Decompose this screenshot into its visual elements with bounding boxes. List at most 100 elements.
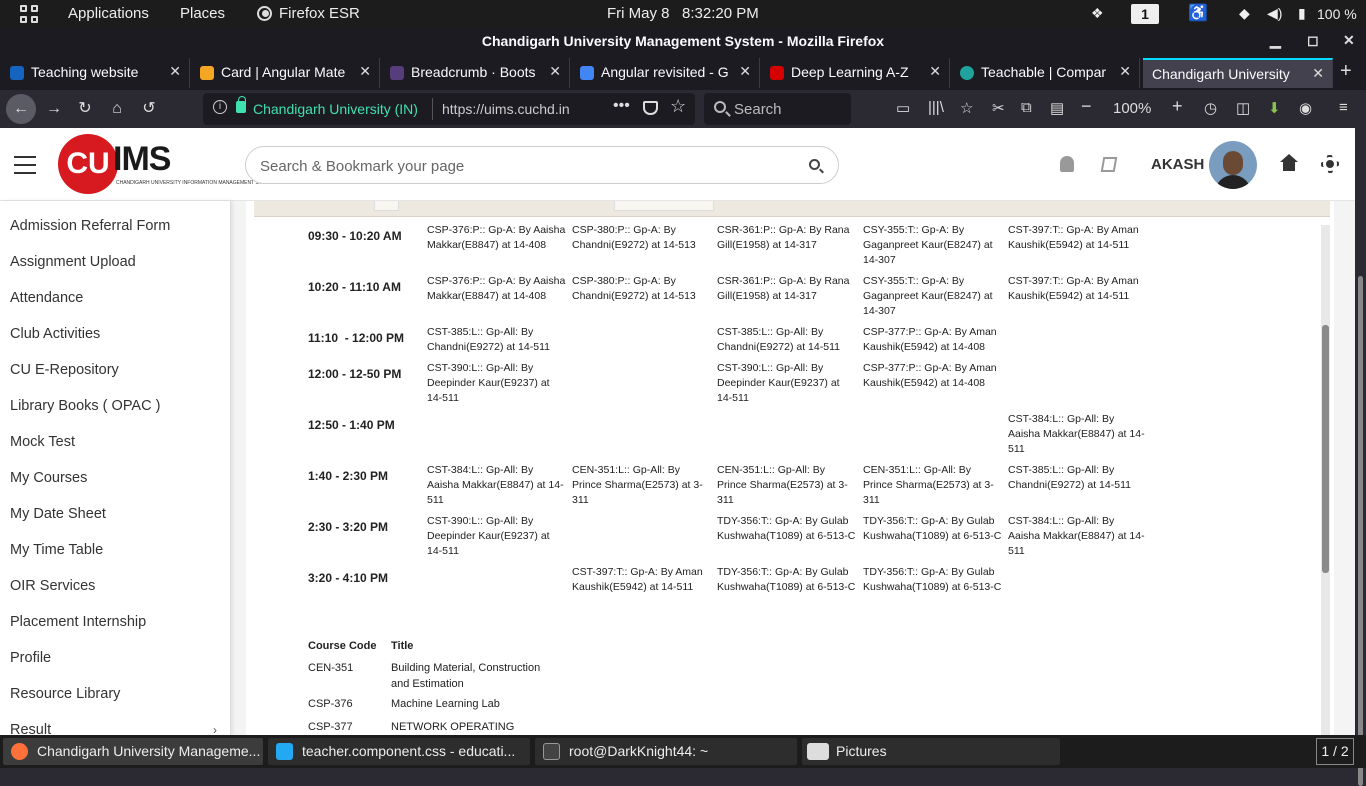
scrollbar-thumb[interactable] xyxy=(1358,276,1363,786)
scrollbar-thumb[interactable] xyxy=(1322,325,1329,573)
accessibility-icon[interactable]: ♿ xyxy=(1188,3,1208,23)
avatar[interactable] xyxy=(1209,141,1257,189)
sidebar-item-admission-referral-form[interactable]: Admission Referral Form xyxy=(10,218,170,242)
menu-icon[interactable]: ≡ xyxy=(1339,99,1348,116)
site-identity[interactable]: Chandigarh University (IN) xyxy=(253,101,418,117)
sidebar-item-attendance[interactable]: Attendance xyxy=(10,290,83,314)
activities-grid-icon[interactable] xyxy=(20,5,38,23)
download-arrow-icon[interactable]: ⬇ xyxy=(1268,99,1281,117)
cuims-logo[interactable]: CU IMS CHANDIGARH UNIVERSITY INFORMATION… xyxy=(58,134,276,194)
library-icon[interactable]: |||\ xyxy=(928,99,944,116)
tab-chandigarh-university[interactable]: Chandigarh University ✕ xyxy=(1143,58,1333,88)
sidebar-item-profile[interactable]: Profile xyxy=(10,650,51,674)
wifi-icon[interactable]: ◆ xyxy=(1239,5,1250,22)
sidebar-item-library-books[interactable]: Library Books ( OPAC ) xyxy=(10,398,160,422)
sidebar-item-my-time-table[interactable]: My Time Table xyxy=(10,542,103,566)
sidebar-item-cu-e-repository[interactable]: CU E-Repository xyxy=(10,362,119,386)
sidebar-item-placement-internship[interactable]: Placement Internship xyxy=(10,614,146,638)
page-scrollbar[interactable] xyxy=(1355,128,1366,786)
lock-icon[interactable] xyxy=(236,96,246,113)
clock-icon[interactable]: ◷ xyxy=(1204,99,1217,117)
taskbar-item-firefox[interactable]: Chandigarh University Manageme... xyxy=(3,738,263,765)
taskbar-item-terminal[interactable]: root@DarkKnight44: ~ xyxy=(535,738,797,765)
sidebar-toggle-icon[interactable]: ◫ xyxy=(1236,99,1250,117)
taskbar-label: root@DarkKnight44: ~ xyxy=(569,743,709,759)
taskbar-item-vscode[interactable]: teacher.component.css - educati... xyxy=(268,738,530,765)
home-icon[interactable] xyxy=(1280,154,1298,172)
sidebar-item-assignment-upload[interactable]: Assignment Upload xyxy=(10,254,136,278)
book-icon[interactable] xyxy=(1100,157,1118,172)
maximize-button[interactable]: ◻ xyxy=(1307,32,1319,49)
content-scrollbar[interactable] xyxy=(1321,225,1330,735)
user-name[interactable]: AKASH xyxy=(1151,156,1204,173)
active-app-menu[interactable]: Firefox ESR xyxy=(279,5,360,22)
volume-icon[interactable]: ◀) xyxy=(1267,5,1282,22)
reload-button[interactable]: ↻ xyxy=(73,97,97,121)
timetable-cell: CST-385:L:: Gp-All: By Chandni(E9272) at… xyxy=(427,326,550,353)
new-tab-button[interactable]: + xyxy=(1340,60,1352,83)
workspace-pager[interactable]: 1 / 2 xyxy=(1316,738,1354,765)
bookmark-search[interactable] xyxy=(245,146,839,184)
page-actions-icon[interactable]: ••• xyxy=(613,97,630,115)
sidebar-item-oir-services[interactable]: OIR Services xyxy=(10,578,95,602)
search-icon[interactable] xyxy=(809,159,820,170)
tab-close-icon[interactable]: ✕ xyxy=(929,63,941,80)
notification-bell-icon[interactable] xyxy=(1060,156,1074,172)
close-window-button[interactable]: ✕ xyxy=(1343,32,1355,49)
tab-close-icon[interactable]: ✕ xyxy=(549,63,561,80)
zoom-out-button[interactable]: − xyxy=(1081,96,1092,117)
tab-close-icon[interactable]: ✕ xyxy=(359,63,371,80)
reader-star-icon[interactable]: ☆ xyxy=(960,99,973,117)
zoom-in-button[interactable]: + xyxy=(1172,96,1183,117)
hamburger-menu-icon[interactable] xyxy=(14,156,36,174)
tab-angular-revisited[interactable]: Angular revisited - G ✕ xyxy=(570,58,760,88)
gear-icon[interactable] xyxy=(1321,155,1339,173)
workspace-indicator[interactable]: 1 xyxy=(1131,4,1159,24)
taskbar-label: Chandigarh University Manageme... xyxy=(37,743,261,759)
tab-teaching-website[interactable]: Teaching website ✕ xyxy=(0,58,190,88)
taskbar-item-pictures[interactable]: Pictures xyxy=(802,738,1060,765)
bookmark-search-input[interactable] xyxy=(260,156,780,176)
time-slot: 12:00 - 12-50 PM xyxy=(308,367,402,381)
sidebar-item-my-courses[interactable]: My Courses xyxy=(10,470,87,494)
url-text[interactable]: https://uims.cuchd.in xyxy=(442,101,582,117)
site-info-icon[interactable]: i xyxy=(213,100,227,114)
tab-deep-learning[interactable]: Deep Learning A-Z ✕ xyxy=(760,58,950,88)
url-bar[interactable]: i Chandigarh University (IN) https://uim… xyxy=(203,93,695,125)
downloads-folder-icon[interactable]: ▭ xyxy=(896,99,910,117)
search-input[interactable] xyxy=(734,99,844,119)
tab-label: Deep Learning A-Z xyxy=(791,64,909,80)
home-button[interactable]: ⌂ xyxy=(105,97,129,121)
zoom-level[interactable]: 100% xyxy=(1113,100,1151,117)
copy-icon[interactable]: ⧉ xyxy=(1021,99,1032,116)
tab-teachable[interactable]: Teachable | Compar ✕ xyxy=(950,58,1140,88)
clock[interactable]: Fri May 8 8:32:20 PM xyxy=(607,5,759,22)
paste-icon[interactable]: ▤ xyxy=(1050,99,1064,117)
history-button[interactable]: ↺ xyxy=(137,97,161,121)
pocket-icon[interactable] xyxy=(643,101,658,115)
sidebar-item-resource-library[interactable]: Resource Library xyxy=(10,686,120,710)
tab-card-angular-material[interactable]: Card | Angular Mate ✕ xyxy=(190,58,380,88)
tab-close-icon[interactable]: ✕ xyxy=(1312,65,1324,82)
tab-close-icon[interactable]: ✕ xyxy=(1119,63,1131,80)
cut-icon[interactable]: ✂ xyxy=(992,99,1005,117)
forward-button[interactable]: → xyxy=(42,97,66,121)
bookmark-star-icon[interactable]: ☆ xyxy=(670,96,686,117)
table-header-strip xyxy=(254,201,1330,217)
time-slot: 10:20 - 11:10 AM xyxy=(308,280,401,294)
places-menu[interactable]: Places xyxy=(180,5,225,22)
applications-menu[interactable]: Applications xyxy=(68,5,149,22)
sidebar-item-result[interactable]: Result xyxy=(10,722,51,735)
account-icon[interactable]: ◉ xyxy=(1299,99,1312,117)
back-button[interactable]: ← xyxy=(6,94,36,124)
minimize-button[interactable]: ▁ xyxy=(1270,32,1281,49)
sidebar-item-mock-test[interactable]: Mock Test xyxy=(10,434,75,458)
tab-close-icon[interactable]: ✕ xyxy=(739,63,751,80)
accessibility-tray-icon[interactable]: ❖ xyxy=(1091,5,1104,22)
sidebar-item-club-activities[interactable]: Club Activities xyxy=(10,326,100,350)
tab-breadcrumb-bootstrap[interactable]: Breadcrumb · Boots ✕ xyxy=(380,58,570,88)
sidebar-item-my-date-sheet[interactable]: My Date Sheet xyxy=(10,506,106,530)
search-bar[interactable] xyxy=(704,93,851,125)
battery-icon[interactable]: ▮ xyxy=(1298,5,1306,22)
tab-close-icon[interactable]: ✕ xyxy=(169,63,181,80)
